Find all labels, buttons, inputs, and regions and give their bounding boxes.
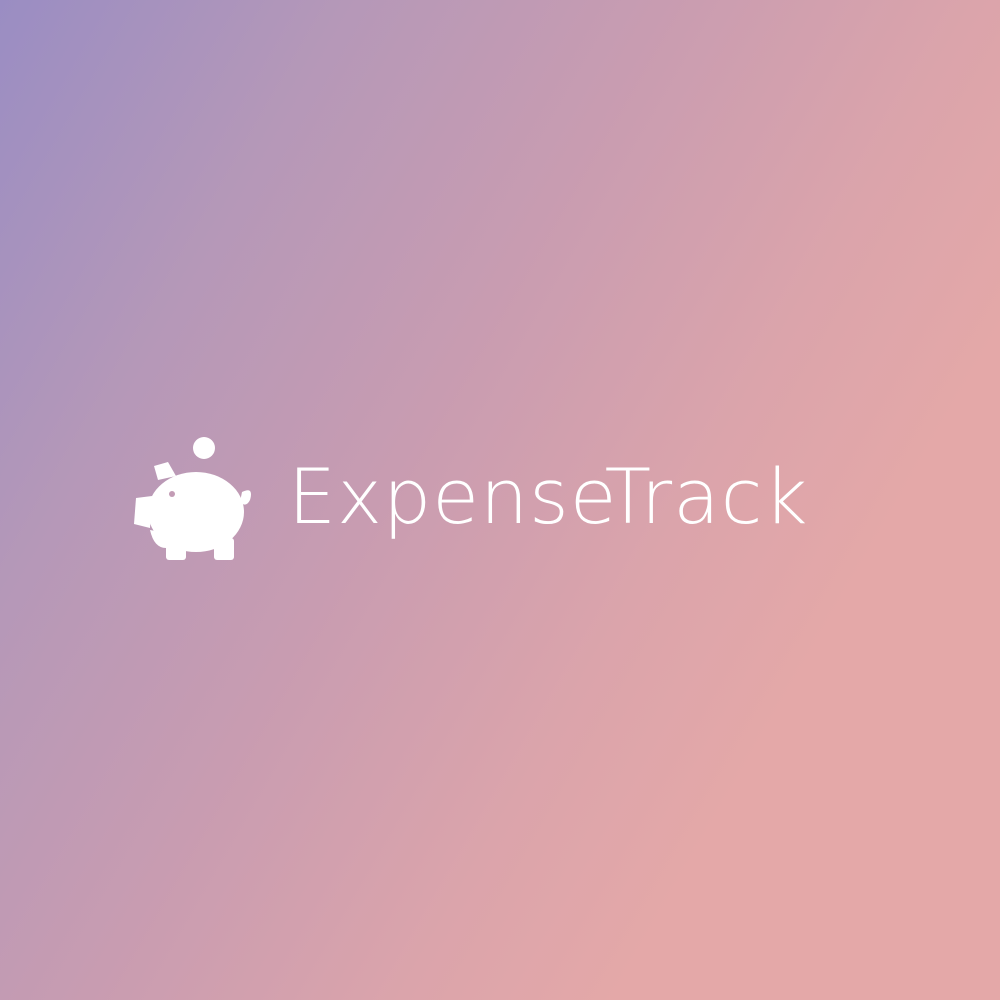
splash-screen: ExpenseTrack [0, 0, 1000, 1000]
piggy-bank-icon [132, 436, 254, 566]
brand-lockup: ExpenseTrack [132, 436, 872, 566]
app-name: ExpenseTrack [288, 452, 809, 541]
